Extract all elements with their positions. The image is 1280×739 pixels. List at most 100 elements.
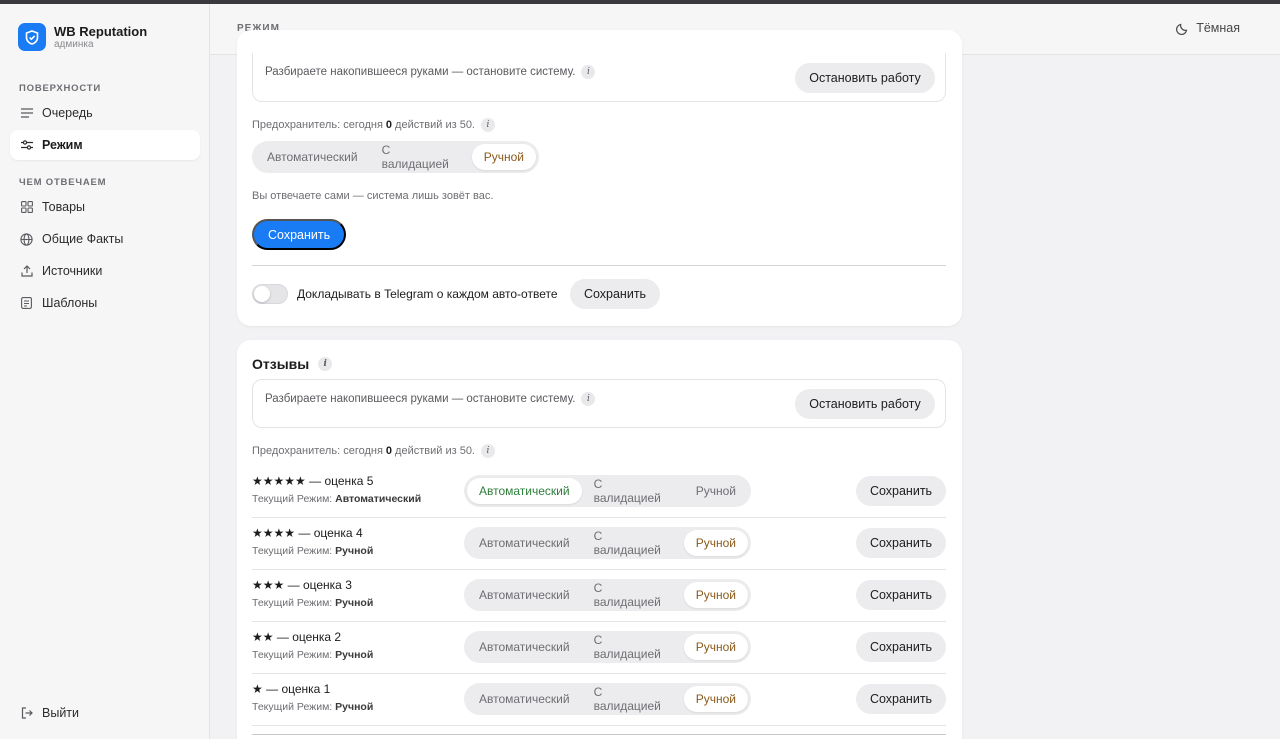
fuse-suffix: действий из 50. [395, 445, 475, 457]
sidebar-item-sources[interactable]: Источники [10, 256, 200, 286]
mode-option-validation[interactable]: С валидацией [582, 685, 684, 713]
current-mode-label: Текущий Режим: [252, 597, 333, 609]
rating-row: ★ — оценка 1 Текущий Режим: Ручной Автом… [252, 674, 946, 726]
save-button[interactable]: Сохранить [856, 476, 946, 506]
mode-option-auto[interactable]: Автоматический [467, 634, 582, 660]
save-button[interactable]: Сохранить [856, 528, 946, 558]
mode-option-manual[interactable]: Ручной [683, 634, 748, 660]
sidebar-item-label: Источники [42, 264, 103, 278]
upload-icon [20, 265, 33, 278]
stop-system-box: Разбираете накопившееся руками — останов… [252, 379, 946, 428]
rating-label: — оценка 5 [309, 474, 374, 488]
current-mode-value: Ручной [335, 597, 374, 609]
rating-current-mode: Текущий Режим: Ручной [252, 597, 373, 609]
info-icon[interactable]: i [481, 444, 495, 458]
fuse-prefix: Предохранитель: сегодня [252, 119, 383, 131]
rating-row: ★★★★★ — оценка 5 Текущий Режим: Автомати… [252, 466, 946, 518]
sliders-icon [20, 139, 33, 152]
stop-work-button[interactable]: Остановить работу [795, 389, 935, 419]
mode-option-manual[interactable]: Ручной [683, 582, 748, 608]
info-icon[interactable]: i [481, 118, 495, 132]
current-mode-label: Текущий Режим: [252, 701, 333, 713]
rating-title: ★★★★ — оценка 4 [252, 526, 363, 540]
current-mode-label: Текущий Режим: [252, 545, 333, 557]
sidebar-item-mode[interactable]: Режим [10, 130, 200, 160]
telegram-toggle[interactable] [252, 284, 288, 304]
mode-option-manual[interactable]: Ручной [683, 530, 748, 556]
info-icon[interactable]: i [581, 392, 596, 406]
stop-work-button[interactable]: Остановить работу [795, 63, 935, 93]
grid-icon [20, 201, 33, 214]
logout-icon [20, 707, 33, 720]
mode-segmented-control: Автоматический С валидацией Ручной [464, 631, 751, 663]
sidebar-item-label: Общие Факты [42, 232, 124, 246]
document-icon [20, 297, 33, 310]
sidebar-item-label: Шаблоны [42, 296, 98, 310]
stars-icon: ★★ [252, 630, 274, 644]
sidebar-item-templates[interactable]: Шаблоны [10, 288, 200, 318]
save-button[interactable]: Сохранить [856, 632, 946, 662]
save-button[interactable]: Сохранить [856, 684, 946, 714]
sidebar-item-queue[interactable]: Очередь [10, 98, 200, 128]
mode-option-auto[interactable]: Автоматический [467, 530, 582, 556]
mode-option-validation[interactable]: С валидацией [582, 529, 684, 557]
save-button[interactable]: Сохранить [252, 219, 347, 250]
mode-option-auto[interactable]: Автоматический [255, 144, 370, 170]
moon-icon [1176, 22, 1189, 35]
mode-segmented-control: Автоматический С валидацией Ручной [464, 527, 751, 559]
stars-icon: ★★★★★ [252, 474, 306, 488]
mode-option-validation[interactable]: С валидацией [582, 581, 684, 609]
fuse-prefix: Предохранитель: сегодня [252, 445, 383, 457]
sidebar-item-products[interactable]: Товары [10, 192, 200, 222]
mode-option-validation[interactable]: С валидацией [370, 143, 472, 171]
mode-option-manual[interactable]: Ручной [683, 686, 748, 712]
sidebar: WB Reputation админка ПОВЕРХНОСТИ Очеред… [0, 4, 210, 739]
fuse-suffix: действий из 50. [395, 119, 475, 131]
fuse-info: Предохранитель: сегодня 0 действий из 50… [252, 444, 495, 458]
rating-current-mode: Текущий Режим: Автоматический [252, 493, 421, 505]
current-mode-label: Текущий Режим: [252, 493, 333, 505]
mode-option-auto[interactable]: Автоматический [467, 582, 582, 608]
mode-option-manual[interactable]: Ручной [684, 478, 748, 504]
current-mode-value: Автоматический [335, 493, 422, 505]
reviews-card: Отзывы i Разбираете накопившееся руками … [237, 340, 962, 739]
reviews-title-wrap: Отзывы i [252, 356, 333, 372]
rating-label: — оценка 1 [266, 682, 331, 696]
brand[interactable]: WB Reputation админка [18, 23, 147, 51]
mode-segmented-control: Автоматический С валидацией Ручной [252, 141, 539, 173]
telegram-save-button[interactable]: Сохранить [570, 279, 660, 309]
rating-current-mode: Текущий Режим: Ручной [252, 545, 373, 557]
rating-row: ★★★★ — оценка 4 Текущий Режим: Ручной Ав… [252, 518, 946, 570]
shield-logo-icon [18, 23, 46, 51]
mode-option-manual[interactable]: Ручной [471, 144, 536, 170]
current-mode-value: Ручной [335, 649, 374, 661]
mode-description: Вы отвечаете сами — система лишь зовёт в… [252, 190, 494, 202]
mode-option-validation[interactable]: С валидацией [582, 633, 684, 661]
rating-row: ★★★ — оценка 3 Текущий Режим: Ручной Авт… [252, 570, 946, 622]
info-icon[interactable]: i [581, 65, 596, 79]
mode-segmented-control: Автоматический С валидацией Ручной [464, 683, 751, 715]
divider [252, 265, 946, 266]
rating-row: ★★ — оценка 2 Текущий Режим: Ручной Авто… [252, 622, 946, 674]
logout-button[interactable]: Выйти [10, 698, 200, 728]
rating-title: ★★ — оценка 2 [252, 630, 341, 644]
stars-icon: ★★★ [252, 578, 285, 592]
divider [252, 734, 946, 735]
fuse-count: 0 [385, 119, 393, 131]
info-icon[interactable]: i [318, 357, 333, 371]
rating-current-mode: Текущий Режим: Ручной [252, 701, 373, 713]
mode-option-validation[interactable]: С валидацией [582, 477, 684, 505]
mode-option-auto[interactable]: Автоматический [467, 686, 582, 712]
current-mode-value: Ручной [335, 701, 374, 713]
fuse-count: 0 [385, 445, 393, 457]
rating-current-mode: Текущий Режим: Ручной [252, 649, 373, 661]
stop-system-text: Разбираете накопившееся руками — останов… [265, 393, 576, 405]
fuse-info: Предохранитель: сегодня 0 действий из 50… [252, 118, 495, 132]
rating-label: — оценка 2 [276, 630, 342, 644]
rating-title: ★★★ — оценка 3 [252, 578, 352, 592]
save-button[interactable]: Сохранить [856, 580, 946, 610]
theme-toggle-button[interactable]: Тёмная [1176, 21, 1240, 35]
mode-option-auto[interactable]: Автоматический [467, 478, 582, 504]
row-divider [252, 725, 946, 726]
sidebar-item-facts[interactable]: Общие Факты [10, 224, 200, 254]
